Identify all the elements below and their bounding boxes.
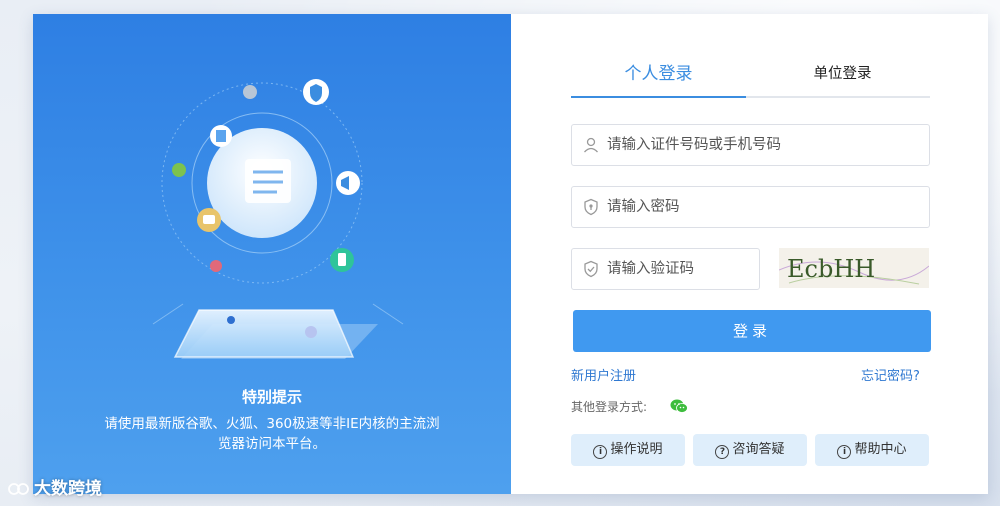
question-icon: ? <box>715 445 730 459</box>
promo-panel: 特别提示 请使用最新版谷歌、火狐、360极速等非IE内核的主流浏览器访问本平台。 <box>33 14 511 494</box>
login-tabs: 个人登录 单位登录 <box>571 60 930 98</box>
operation-guide-label: 操作说明 <box>610 442 663 457</box>
shield-check-icon <box>584 260 598 278</box>
operation-guide-button[interactable]: i 操作说明 <box>571 434 685 466</box>
id-input[interactable]: 请输入证件号码或手机号码 <box>571 124 930 166</box>
forgot-password-link[interactable]: 忘记密码? <box>861 365 920 384</box>
captcha-input[interactable]: 请输入验证码 <box>571 248 760 290</box>
notice-title: 特别提示 <box>241 388 302 406</box>
password-input[interactable]: 请输入密码 <box>571 186 930 228</box>
help-center-label: 帮助中心 <box>854 442 907 457</box>
password-input-placeholder: 请输入密码 <box>607 199 680 215</box>
captcha-image[interactable]: EcbHH <box>779 248 929 288</box>
user-icon <box>584 137 598 153</box>
captcha-graphic: EcbHH <box>779 255 929 285</box>
watermark: 大数跨境 <box>8 474 102 499</box>
wechat-icon[interactable] <box>669 396 689 416</box>
watermark-text: 大数跨境 <box>34 479 102 499</box>
consult-qa-button[interactable]: ? 咨询答疑 <box>693 434 807 466</box>
doc-small-icon <box>216 130 226 142</box>
phone-icon <box>338 253 346 266</box>
captcha-text: EcbHH <box>787 255 875 283</box>
register-link[interactable]: 新用户注册 <box>571 365 636 384</box>
info-icon: i <box>837 445 852 459</box>
shield-lock-icon <box>584 198 598 216</box>
login-panel: 个人登录 单位登录 请输入证件号码或手机号码 请输入密码 请输入验证码 EcbH… <box>511 14 988 494</box>
consult-qa-label: 咨询答疑 <box>732 442 785 457</box>
login-card: 特别提示 请使用最新版谷歌、火狐、360极速等非IE内核的主流浏览器访问本平台。… <box>33 14 988 494</box>
notice-text: 请使用最新版谷歌、火狐、360极速等非IE内核的主流浏览器访问本平台。 <box>104 416 440 452</box>
captcha-input-placeholder: 请输入验证码 <box>607 261 694 277</box>
info-icon: i <box>593 445 608 459</box>
id-card-icon <box>203 215 215 224</box>
tab-organization-login[interactable]: 单位登录 <box>755 60 930 96</box>
id-input-placeholder: 请输入证件号码或手机号码 <box>607 137 781 153</box>
help-center-button[interactable]: i 帮助中心 <box>815 434 929 466</box>
document-icon <box>245 159 291 203</box>
tab-personal-login[interactable]: 个人登录 <box>571 60 746 98</box>
watermark-logo <box>8 483 29 495</box>
other-login-label: 其他登录方式: <box>571 400 648 414</box>
login-button[interactable]: 登录 <box>573 310 931 352</box>
